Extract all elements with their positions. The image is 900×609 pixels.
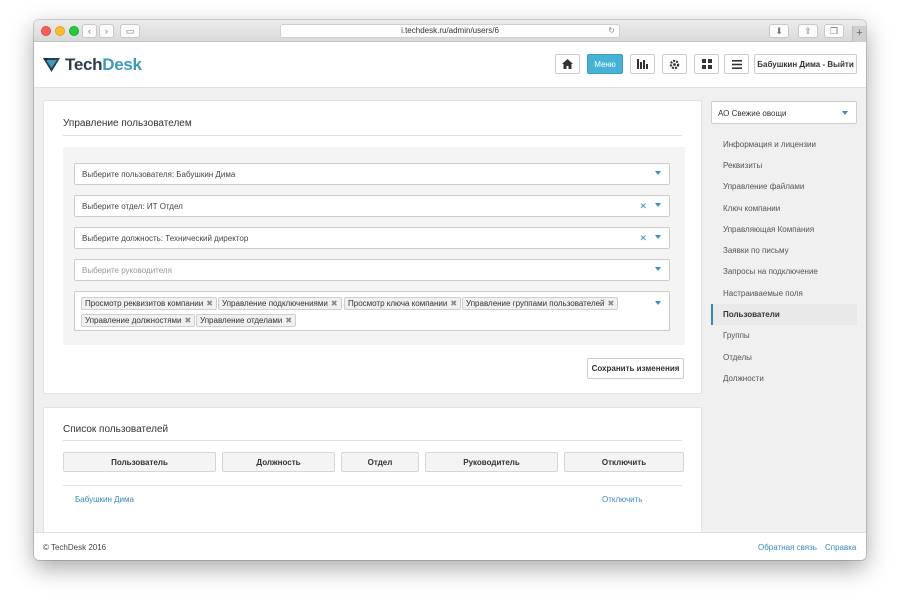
company-select-value: АО Свежие овощи <box>718 109 787 118</box>
url-text: i.techdesk.ru/admin/users/6 <box>401 26 499 35</box>
manager-select[interactable]: Выберите руководителя <box>74 259 670 281</box>
logo-text-tech: Tech <box>65 55 103 74</box>
permission-chip: Управление подключениями ✖ <box>218 297 342 310</box>
user-select[interactable]: Выберите пользователя: Бабушкин Дима <box>74 163 670 185</box>
column-header-department[interactable]: Отдел <box>341 452 419 472</box>
forward-icon[interactable]: › <box>99 24 114 38</box>
divider <box>63 485 682 486</box>
browser-window: ‹ › ▭ i.techdesk.ru/admin/users/6 ↻ ⬇ ⇪ … <box>34 20 866 560</box>
sidebar-toggle-icon[interactable]: ▭ <box>120 24 140 38</box>
page-footer: © TechDesk 2016 Обратная связь Справка <box>34 532 866 560</box>
close-window-button[interactable] <box>41 26 51 36</box>
column-header-manager[interactable]: Руководитель <box>425 452 558 472</box>
techdesk-logo[interactable]: TechDesk <box>42 55 142 74</box>
user-link[interactable]: Бабушкин Дима <box>75 495 134 504</box>
gear-icon <box>669 59 680 69</box>
home-icon <box>562 59 573 69</box>
remove-chip-icon[interactable]: ✖ <box>185 316 192 325</box>
divider <box>63 440 682 441</box>
apps-button[interactable] <box>694 54 719 74</box>
position-select[interactable]: Выберите должность: Технический директор… <box>74 227 670 249</box>
back-icon[interactable]: ‹ <box>82 24 97 38</box>
sidebar-item-info[interactable]: Информация и лицензии <box>711 134 857 155</box>
remove-chip-icon[interactable]: ✖ <box>450 299 457 308</box>
disable-user-link[interactable]: Отключить <box>602 495 642 504</box>
chevron-down-icon <box>655 267 661 271</box>
sidebar-item-groups[interactable]: Группы <box>711 325 857 346</box>
address-bar[interactable]: i.techdesk.ru/admin/users/6 ↻ <box>280 24 620 38</box>
permission-chip: Просмотр реквизитов компании ✖ <box>81 297 217 310</box>
column-header-position[interactable]: Должность <box>222 452 335 472</box>
permission-chip: Управление должностями ✖ <box>81 314 196 327</box>
sidebar-item-departments[interactable]: Отделы <box>711 347 857 368</box>
sidebar-item-connection-requests[interactable]: Запросы на подключение <box>711 261 857 282</box>
grid-icon <box>701 59 712 69</box>
clear-icon[interactable]: ✕ <box>639 201 647 211</box>
position-select-value: Выберите должность: Технический директор <box>82 234 249 243</box>
chevron-down-icon <box>655 235 661 239</box>
browser-toolbar: ‹ › ▭ i.techdesk.ru/admin/users/6 ↻ ⬇ ⇪ … <box>34 20 866 42</box>
settings-button[interactable] <box>662 54 687 74</box>
reload-icon[interactable]: ↻ <box>608 25 615 37</box>
share-icon[interactable]: ⇪ <box>798 24 818 38</box>
sidebar-item-users[interactable]: Пользователи <box>711 304 857 325</box>
download-icon[interactable]: ⬇ <box>769 24 789 38</box>
user-logout-button[interactable]: Бабушкин Дима - Выйти <box>754 54 857 74</box>
sidebar-item-management-company[interactable]: Управляющая Компания <box>711 219 857 240</box>
user-management-panel: Управление пользователем Выберите пользо… <box>43 100 702 394</box>
column-header-user[interactable]: Пользователь <box>63 452 216 472</box>
panel-title: Управление пользователем <box>63 118 192 129</box>
remove-chip-icon[interactable]: ✖ <box>285 316 292 325</box>
department-select[interactable]: Выберите отдел: ИТ Отдел ✕ <box>74 195 670 217</box>
menu-button[interactable]: Меню <box>587 54 623 74</box>
chevron-down-icon <box>655 301 661 305</box>
tabs-icon[interactable]: ❐ <box>824 24 844 38</box>
chevron-down-icon <box>842 111 848 115</box>
home-button[interactable] <box>555 54 580 74</box>
clear-icon[interactable]: ✕ <box>639 233 647 243</box>
permissions-multiselect[interactable]: Просмотр реквизитов компании ✖ Управление… <box>74 291 670 331</box>
zoom-window-button[interactable] <box>69 26 79 36</box>
app-header: TechDesk Меню Бабушкин Дима - Выйти <box>34 42 866 88</box>
sidebar-item-email-requests[interactable]: Заявки по письму <box>711 240 857 261</box>
stats-button[interactable] <box>630 54 655 74</box>
list-button[interactable] <box>724 54 749 74</box>
feedback-link[interactable]: Обратная связь <box>758 543 817 552</box>
users-list-panel: Список пользователей Пользователь Должно… <box>43 407 702 547</box>
sidebar-item-requisites[interactable]: Реквизиты <box>711 155 857 176</box>
user-select-value: Выберите пользователя: Бабушкин Дима <box>82 170 236 179</box>
remove-chip-icon[interactable]: ✖ <box>608 299 615 308</box>
manager-select-placeholder: Выберите руководителя <box>82 266 172 275</box>
sidebar-item-company-key[interactable]: Ключ компании <box>711 198 857 219</box>
chevron-down-icon <box>655 171 661 175</box>
hamburger-icon <box>731 59 742 69</box>
sidebar-item-files[interactable]: Управление файлами <box>711 176 857 197</box>
logo-icon <box>43 58 60 72</box>
chevron-down-icon <box>655 203 661 207</box>
sidebar-item-custom-fields[interactable]: Настраиваемые поля <box>711 283 857 304</box>
divider <box>63 135 682 136</box>
permission-chip: Управление группами пользователей ✖ <box>462 297 619 310</box>
remove-chip-icon[interactable]: ✖ <box>206 299 213 308</box>
sidebar-item-positions[interactable]: Должности <box>711 368 857 389</box>
bar-chart-icon <box>637 59 648 69</box>
department-select-value: Выберите отдел: ИТ Отдел <box>82 202 183 211</box>
permission-chip: Управление отделами ✖ <box>196 314 297 327</box>
permission-chip: Просмотр ключа компании ✖ <box>344 297 462 310</box>
save-changes-button[interactable]: Сохранить изменения <box>587 358 684 379</box>
logo-text-desk: Desk <box>102 55 142 74</box>
new-tab-icon[interactable]: + <box>852 26 866 42</box>
company-select[interactable]: АО Свежие овощи <box>711 101 857 124</box>
copyright-text: © TechDesk 2016 <box>43 543 107 552</box>
minimize-window-button[interactable] <box>55 26 65 36</box>
user-form: Выберите пользователя: Бабушкин Дима Выб… <box>63 147 685 345</box>
list-title: Список пользователей <box>63 424 169 435</box>
column-header-disable[interactable]: Отключить <box>564 452 684 472</box>
help-link[interactable]: Справка <box>825 543 856 552</box>
remove-chip-icon[interactable]: ✖ <box>331 299 338 308</box>
